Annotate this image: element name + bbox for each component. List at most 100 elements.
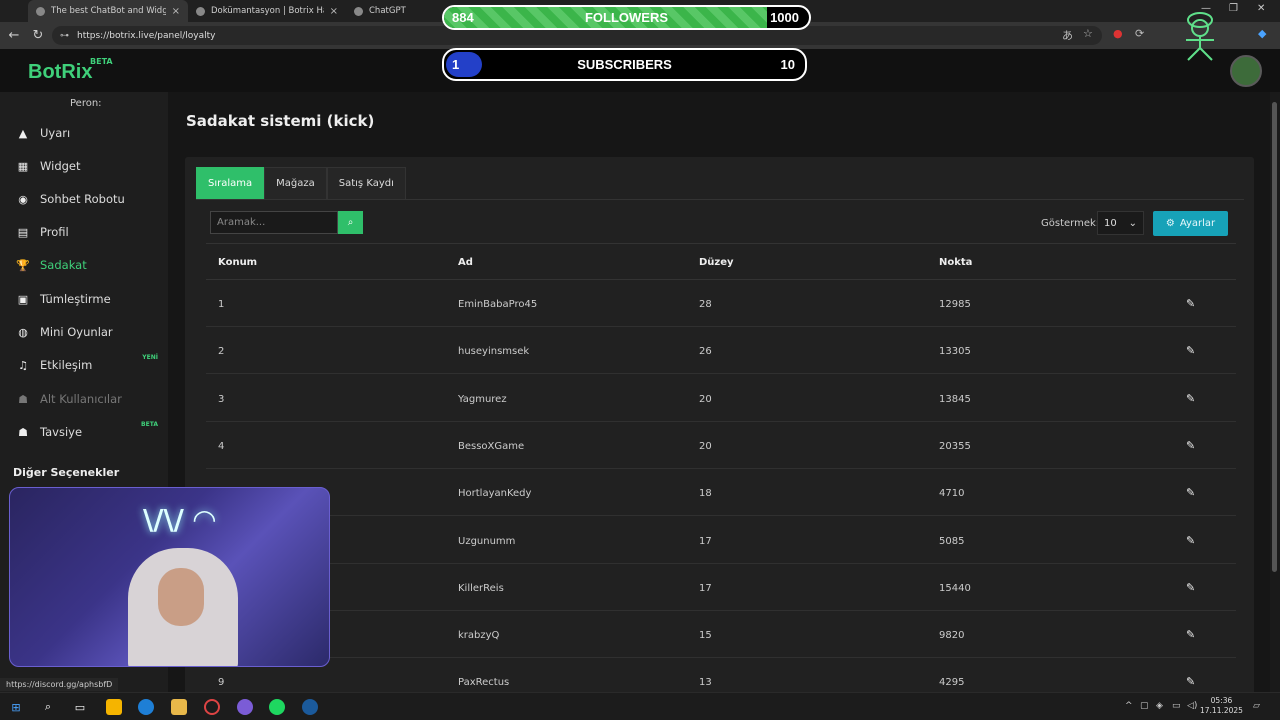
- user-avatar[interactable]: [1230, 55, 1262, 87]
- extension-icon[interactable]: ●: [1113, 27, 1123, 40]
- task-view-icon[interactable]: ▭: [72, 699, 88, 715]
- edit-icon[interactable]: ✎: [1186, 439, 1195, 452]
- edit-icon[interactable]: ✎: [1186, 297, 1195, 310]
- cell-points: 20355: [939, 440, 971, 452]
- followers-label: FOLLOWERS: [584, 10, 669, 25]
- sidebar-item[interactable]: ▤ Profil: [16, 225, 166, 239]
- cell-points: 15440: [939, 582, 971, 594]
- close-window-icon[interactable]: ✕: [1257, 3, 1265, 14]
- edit-icon[interactable]: ✎: [1186, 344, 1195, 357]
- column-header-level[interactable]: Düzey: [699, 257, 734, 268]
- browser-tab-2[interactable]: Dokümantasyon | Botrix Hakkında ×: [188, 0, 346, 22]
- webcam-overlay: \/\/ ◠: [9, 487, 330, 667]
- maximize-icon[interactable]: ❐: [1229, 3, 1238, 14]
- table-row: Uzgunumm 17 5085 ✎: [206, 517, 1236, 564]
- page-size-select[interactable]: 10 ⌄: [1097, 211, 1144, 235]
- volume-icon[interactable]: ◁): [1187, 701, 1197, 711]
- tab-sales-log[interactable]: Satış Kaydı: [326, 167, 406, 199]
- refresh-extension-icon[interactable]: ⟳: [1135, 27, 1144, 40]
- cell-level: 18: [699, 488, 712, 500]
- browser-tab-1[interactable]: The best ChatBot and Widgets for ×: [28, 0, 188, 22]
- table-row: 2 huseyinsmsek 26 13305 ✎: [206, 327, 1236, 375]
- trophy-icon: 🏆: [16, 258, 30, 272]
- cell-name: krabzyQ: [458, 630, 500, 642]
- taskbar-clock[interactable]: 05:36 17.11.2025: [1200, 696, 1243, 716]
- cell-points: 5085: [939, 535, 965, 547]
- sidebar-item[interactable]: ▦ Widget: [16, 159, 166, 173]
- cell-name: PaxRectus: [458, 677, 510, 689]
- search-input[interactable]: Aramak...: [210, 211, 338, 234]
- copilot-app-icon[interactable]: [106, 699, 122, 715]
- back-icon[interactable]: ←: [2, 28, 26, 43]
- sidebar-item[interactable]: ▣ Tümleştirme: [16, 292, 166, 306]
- windows-start-icon[interactable]: ⊞: [8, 699, 24, 715]
- edit-icon[interactable]: ✎: [1186, 675, 1195, 688]
- sidebar-item-label: Sadakat: [40, 258, 87, 272]
- sidebar-item[interactable]: ◉ Sohbet Robotu: [16, 192, 166, 206]
- reload-icon[interactable]: ↻: [26, 28, 50, 43]
- translate-icon[interactable]: あ: [1062, 27, 1073, 43]
- favorite-star-icon[interactable]: ☆: [1083, 27, 1093, 40]
- sidebar-item[interactable]: ◍ Mini Oyunlar: [16, 325, 166, 339]
- cell-level: 28: [699, 299, 712, 310]
- tab-favicon-icon: [354, 6, 363, 16]
- tab-ranking[interactable]: Sıralama: [196, 167, 265, 199]
- cell-level: 17: [699, 582, 712, 594]
- spotify-icon[interactable]: [269, 699, 285, 715]
- column-header-points[interactable]: Nokta: [939, 257, 972, 268]
- windows-taskbar: ⊞ ⌕ ▭ ^ ▢ ◈ ▭ ◁) 05:36 17.11.2025 ▱: [0, 692, 1280, 720]
- table-row: krabzyQ 15 9820 ✎: [206, 611, 1236, 659]
- chevron-up-icon[interactable]: ^: [1125, 701, 1133, 711]
- edge-browser-icon[interactable]: [138, 699, 154, 715]
- cell-level: 17: [699, 535, 712, 547]
- sidebar-item[interactable]: ☗ Tavsiye BETA: [16, 421, 166, 439]
- sidebar-item[interactable]: ☗ Alt Kullanıcılar: [16, 392, 166, 406]
- settings-button[interactable]: ⚙ Ayarlar: [1153, 211, 1228, 236]
- cell-level: 13: [699, 677, 712, 689]
- obs-icon[interactable]: [237, 699, 253, 715]
- search-icon: ⌕: [347, 217, 354, 228]
- page-title: Sadakat sistemi (kick): [186, 112, 375, 130]
- tray-icon[interactable]: ▢: [1140, 701, 1149, 711]
- column-header-position[interactable]: Konum: [218, 257, 257, 268]
- botrix-logo[interactable]: BotRix: [28, 61, 92, 84]
- sidebar-item-label: Alt Kullanıcılar: [40, 392, 122, 406]
- steam-icon[interactable]: [302, 699, 318, 715]
- scrollbar-thumb[interactable]: [1272, 102, 1277, 572]
- page-scrollbar[interactable]: [1270, 92, 1280, 692]
- sidebar-item-badge: BETA: [141, 421, 158, 428]
- edit-icon[interactable]: ✎: [1186, 628, 1195, 641]
- network-icon[interactable]: ◈: [1156, 701, 1163, 711]
- edit-icon[interactable]: ✎: [1186, 534, 1195, 547]
- copilot-icon[interactable]: ◆: [1258, 27, 1266, 40]
- edit-icon[interactable]: ✎: [1186, 581, 1195, 594]
- close-tab-icon[interactable]: ×: [172, 6, 180, 17]
- mascot-overlay-icon: [1186, 12, 1214, 61]
- sidebar-item[interactable]: ♫ Etkileşim YENİ: [16, 354, 166, 372]
- sidebar-item[interactable]: 🏆 Sadakat: [16, 258, 166, 272]
- tab-title: The best ChatBot and Widgets for: [51, 6, 166, 16]
- url-text: https://botrix.live/panel/loyalty: [77, 30, 216, 41]
- close-tab-icon[interactable]: ×: [330, 6, 338, 17]
- sidebar-item[interactable]: ▲ Uyarı: [16, 126, 166, 140]
- cell-name: KillerReis: [458, 582, 504, 594]
- search-icon[interactable]: ⌕: [40, 699, 56, 715]
- integration-icon: ▣: [17, 292, 29, 306]
- subscribers-label: SUBSCRIBERS: [577, 57, 672, 72]
- cell-name: HortlayanKedy: [458, 488, 532, 500]
- edit-icon[interactable]: ✎: [1186, 392, 1195, 405]
- cell-position: 2: [218, 346, 225, 358]
- app-icon[interactable]: [204, 699, 220, 715]
- file-explorer-icon[interactable]: [171, 699, 187, 715]
- wifi-icon[interactable]: ▭: [1172, 701, 1181, 711]
- site-info-icon[interactable]: ⊶: [60, 31, 69, 41]
- tab-store[interactable]: Mağaza: [264, 167, 327, 199]
- users-icon: ☗: [18, 392, 28, 406]
- browser-tab-3[interactable]: ChatGPT: [346, 0, 436, 22]
- edit-icon[interactable]: ✎: [1186, 486, 1195, 499]
- search-button[interactable]: ⌕: [338, 211, 363, 234]
- cell-name: EminBabaPro45: [458, 299, 538, 310]
- show-label: Göstermek:: [1041, 218, 1100, 229]
- notifications-icon[interactable]: ▱: [1253, 701, 1260, 711]
- column-header-name[interactable]: Ad: [458, 257, 473, 268]
